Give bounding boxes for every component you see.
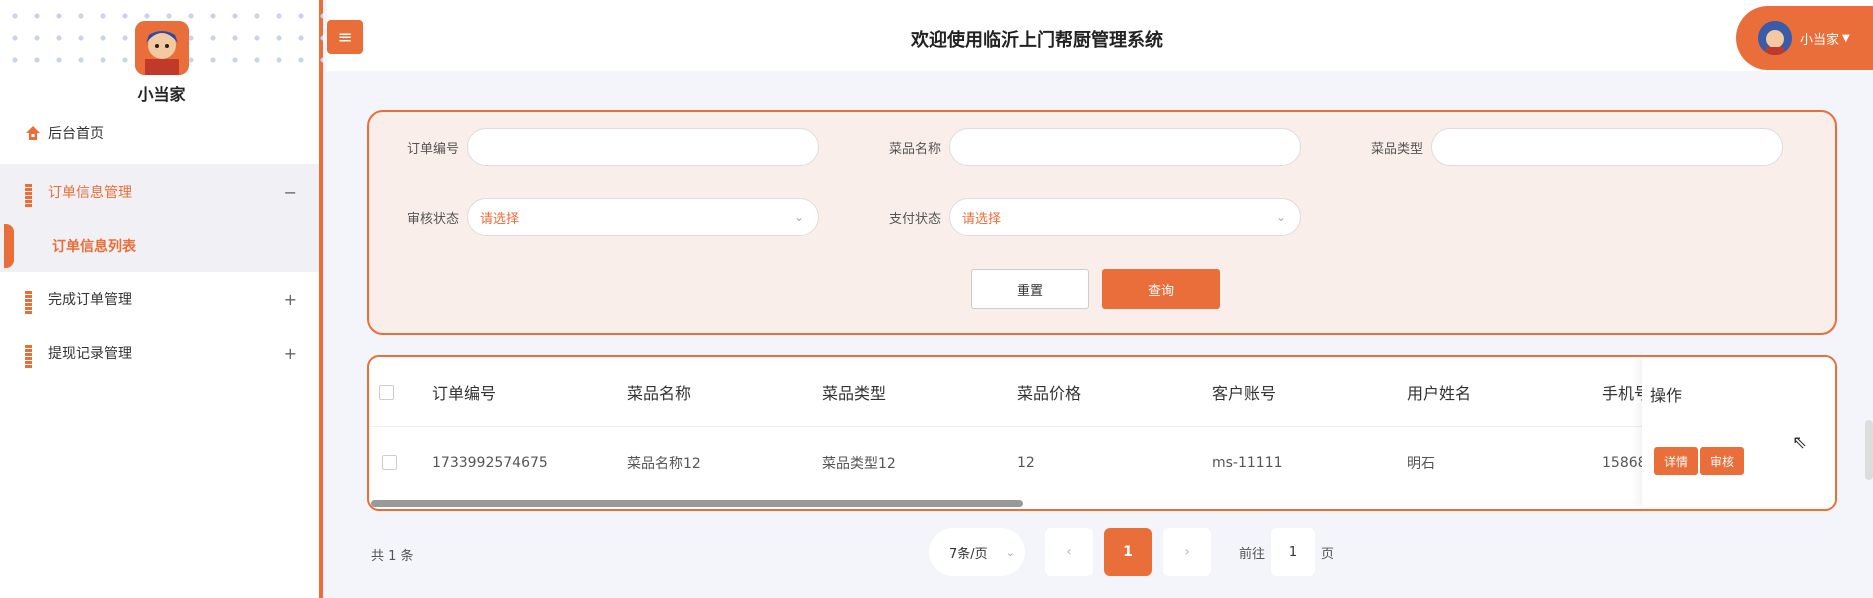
row-checkbox[interactable] [382, 455, 397, 470]
chevron-right-icon: › [1184, 544, 1190, 560]
query-button[interactable]: 查询 [1102, 269, 1220, 309]
prev-page-button[interactable]: ‹ [1045, 528, 1093, 576]
order-no-field: 订单编号 [391, 128, 819, 166]
goto-suffix: 页 [1321, 546, 1335, 562]
column-header[interactable]: 菜品名称 [627, 380, 691, 404]
select-placeholder: 请选择 [480, 211, 520, 227]
dish-type-input[interactable] [1431, 128, 1783, 166]
column-header[interactable]: 菜品价格 [1017, 380, 1081, 404]
field-label: 支付状态 [888, 211, 941, 227]
column-header[interactable]: 客户账号 [1212, 380, 1276, 404]
cell-price: 12 [1017, 455, 1035, 471]
column-header[interactable]: 订单编号 [432, 380, 496, 404]
field-label: 菜品名称 [888, 141, 941, 157]
dish-type-field: 菜品类型 [1355, 128, 1783, 166]
sidebar-item-label: 后台首页 [48, 126, 104, 142]
vertical-scrollbar[interactable] [1865, 420, 1873, 480]
review-status-field: 审核状态 请选择 ⌄ [391, 198, 819, 236]
grid-icon [25, 345, 41, 368]
dish-name-field: 菜品名称 [873, 128, 1301, 166]
sidebar: 小当家 后台首页 订单信息管理 − 订单信息列表 完成订单管理 + 提现记录管理… [0, 0, 323, 598]
brand-name: 小当家 [137, 85, 186, 104]
page-1-button[interactable]: 1 [1104, 528, 1152, 576]
select-all-checkbox[interactable] [379, 385, 394, 400]
sidebar-item-label: 提现记录管理 [48, 346, 132, 362]
cell-phone: 15868 [1602, 455, 1647, 471]
sidebar-item-label: 订单信息管理 [48, 185, 132, 201]
chevron-down-icon: ⌄ [793, 210, 804, 224]
select-placeholder: 请选择 [962, 211, 1002, 227]
field-label: 菜品类型 [1370, 141, 1423, 157]
goto-page-input[interactable]: 1 [1271, 528, 1316, 576]
cell-account: ms-11111 [1212, 455, 1283, 471]
detail-button[interactable]: 详情 [1654, 447, 1698, 475]
sidebar-subitem-order-list[interactable]: 订单信息列表 [0, 220, 319, 272]
collapse-icon[interactable]: − [284, 183, 297, 202]
cell-order-no: 1733992574675 [432, 455, 548, 471]
chevron-down-icon: ⌄ [1005, 545, 1015, 559]
table-header: 订单编号 菜品名称 菜品类型 菜品价格 客户账号 用户姓名 手机号 [369, 357, 1835, 427]
dish-name-input[interactable] [949, 128, 1301, 166]
column-header[interactable]: 菜品类型 [822, 380, 886, 404]
avatar [135, 21, 189, 75]
column-header: 操作 [1650, 386, 1683, 405]
top-header: ≡ 欢迎使用临沂上门帮厨管理系统 小当家 ▼ [327, 0, 1873, 71]
horizontal-scrollbar[interactable] [371, 500, 1023, 507]
cell-dish-type: 菜品类型12 [822, 456, 896, 472]
field-label: 订单编号 [406, 141, 459, 157]
review-button[interactable]: 审核 [1700, 447, 1744, 475]
grid-icon [25, 184, 41, 207]
cursor-icon: ⇖ [1792, 432, 1808, 453]
page-size-value: 7条/页 [949, 546, 988, 562]
active-indicator [4, 224, 14, 268]
expand-icon[interactable]: + [284, 344, 297, 363]
cell-user-name: 明石 [1407, 456, 1435, 472]
order-no-input[interactable] [467, 128, 819, 166]
operations-column: 操作 详情 审核 ⇖ [1642, 357, 1835, 507]
field-label: 审核状态 [406, 211, 459, 227]
sidebar-item-home[interactable]: 后台首页 [0, 110, 319, 156]
home-icon [25, 125, 41, 141]
review-status-select[interactable]: 请选择 ⌄ [467, 198, 819, 236]
page-size-select[interactable]: 7条/页 ⌄ [929, 528, 1025, 576]
page-title: 欢迎使用临沂上门帮厨管理系统 [911, 30, 1163, 51]
pay-status-field: 支付状态 请选择 ⌄ [873, 198, 1301, 236]
goto-prefix: 前往 [1239, 546, 1266, 562]
reset-button[interactable]: 重置 [971, 269, 1089, 309]
sidebar-item-label: 完成订单管理 [48, 292, 132, 308]
app-root: 小当家 后台首页 订单信息管理 − 订单信息列表 完成订单管理 + 提现记录管理… [0, 0, 1873, 598]
pay-status-select[interactable]: 请选择 ⌄ [949, 198, 1301, 236]
total-count: 共 1 条 [371, 549, 414, 564]
data-table: 订单编号 菜品名称 菜品类型 菜品价格 客户账号 用户姓名 手机号 173399… [367, 355, 1837, 511]
sidebar-item-order-info[interactable]: 订单信息管理 − [0, 164, 319, 220]
chevron-down-icon: ⌄ [1275, 210, 1286, 224]
goto-page: 前往 1 页 [1239, 528, 1334, 576]
chevron-down-icon: ▼ [1842, 32, 1850, 44]
cell-dish-name: 菜品名称12 [627, 456, 701, 472]
sidebar-menu: 后台首页 订单信息管理 − 订单信息列表 完成订单管理 + 提现记录管理 + [0, 110, 319, 376]
user-menu[interactable]: 小当家 ▼ [1736, 6, 1873, 70]
table-row: 1733992574675 菜品名称12 菜品类型12 12 ms-11111 … [369, 427, 1835, 499]
grid-icon [25, 291, 41, 314]
user-name: 小当家 [1800, 32, 1840, 48]
next-page-button[interactable]: › [1163, 528, 1211, 576]
expand-icon[interactable]: + [284, 290, 297, 309]
sidebar-item-withdraw-records[interactable]: 提现记录管理 + [0, 330, 319, 376]
column-header[interactable]: 用户姓名 [1407, 380, 1471, 404]
chevron-left-icon: ‹ [1066, 544, 1072, 560]
user-avatar [1758, 21, 1792, 55]
sidebar-item-label: 订单信息列表 [52, 239, 136, 255]
sidebar-item-completed-orders[interactable]: 完成订单管理 + [0, 276, 319, 322]
search-panel: 订单编号 菜品名称 菜品类型 审核状态 请选择 ⌄ 支付状态 请选择 ⌄ 重置 … [367, 110, 1837, 335]
